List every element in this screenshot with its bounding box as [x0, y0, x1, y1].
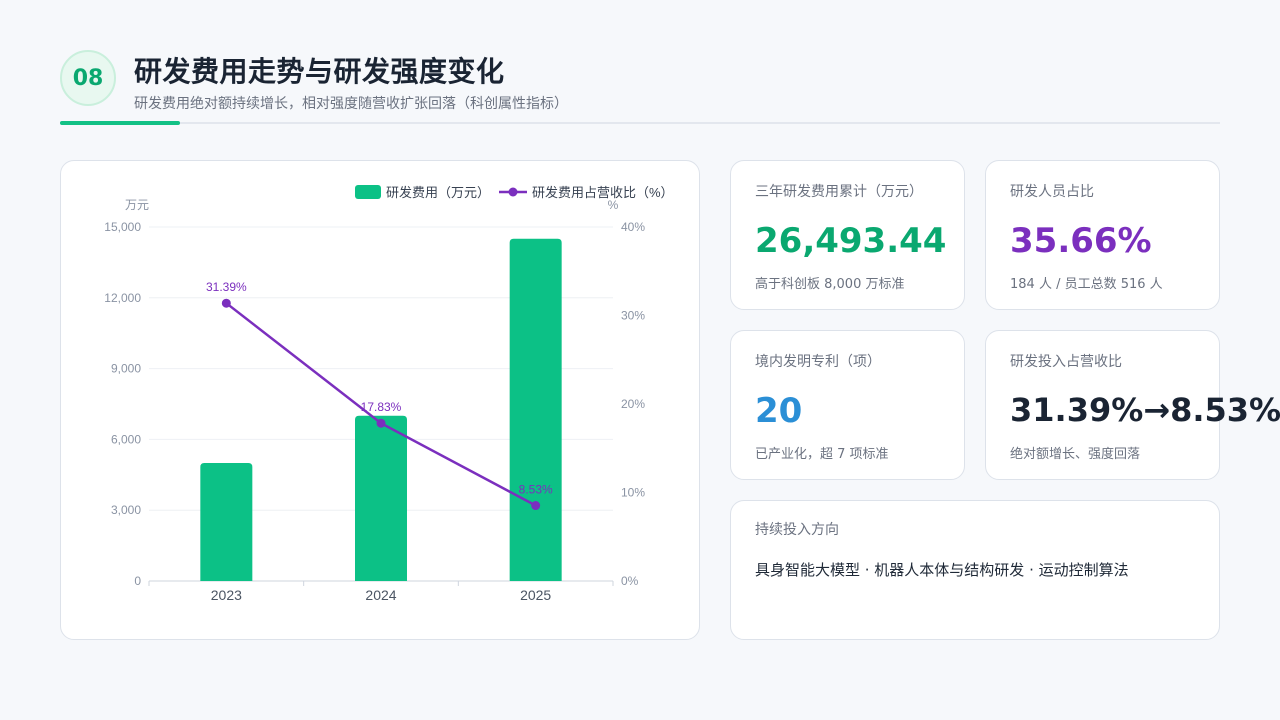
y-tick-label: 3,000 — [111, 503, 141, 517]
y2-axis-label: % — [608, 198, 619, 212]
y2-tick-label: 20% — [621, 397, 645, 411]
y-tick-label: 9,000 — [111, 362, 141, 376]
y2-tick-label: 40% — [621, 220, 645, 234]
stat-label: 研发投入占营收比 — [1010, 354, 1122, 370]
stat-note: 绝对额增长、强度回落 — [1010, 447, 1141, 462]
header-divider-accent — [60, 121, 180, 125]
stat-value: 20 — [755, 391, 803, 431]
section-number: 08 — [72, 65, 104, 91]
y2-tick-label: 0% — [621, 574, 639, 588]
stat-label: 三年研发费用累计（万元） — [755, 184, 923, 200]
y-tick-label: 6,000 — [111, 432, 141, 446]
y-axis-label: 万元 — [125, 198, 149, 212]
stat-note: 184 人 / 员工总数 516 人 — [1010, 277, 1163, 292]
chart-card: 0 3,000 6,000 9,000 12,000 15,000 0% 10% 20% 30% 4… — [60, 160, 700, 640]
x-tick-label: 2023 — [211, 587, 242, 603]
y-tick-label: 0 — [134, 574, 141, 588]
bar-2024 — [355, 415, 407, 581]
direction-text: 具身智能大模型 · 机器人本体与结构研发 · 运动控制算法 — [755, 561, 1129, 579]
rd-chart: 0 3,000 6,000 9,000 12,000 15,000 0% 10% 20% 30% 4… — [104, 185, 674, 603]
page-title: 研发费用走势与研发强度变化 — [134, 55, 505, 88]
stat-note: 已产业化，超 7 项标准 — [755, 447, 889, 462]
ratio-data-label: 17.83% — [361, 400, 402, 414]
section-number-badge: 08 — [60, 50, 116, 106]
x-tick-label: 2024 — [365, 587, 396, 603]
stat-note: 高于科创板 8,000 万标准 — [755, 277, 905, 292]
y2-tick-label: 30% — [621, 309, 645, 323]
direction-label: 持续投入方向 — [755, 522, 839, 538]
investment-direction-card: 持续投入方向 具身智能大模型 · 机器人本体与结构研发 · 运动控制算法 — [730, 500, 1220, 640]
stat-value: 35.66% — [1010, 221, 1152, 261]
stat-card-rd-ratio: 研发投入占营收比 31.39%→8.53% 绝对额增长、强度回落 — [985, 330, 1280, 480]
y2-tick-label: 10% — [621, 486, 645, 500]
stat-label: 研发人员占比 — [1010, 184, 1094, 200]
ratio-point-2024 — [376, 418, 386, 428]
ratio-data-label: 8.53% — [519, 483, 553, 497]
bar-2023 — [200, 463, 253, 581]
y-tick-label: 15,000 — [104, 220, 141, 234]
stat-label: 境内发明专利（项） — [755, 354, 881, 370]
x-tick-label: 2025 — [520, 587, 551, 603]
header-divider — [60, 122, 1220, 124]
stat-card-rd-staff: 研发人员占比 35.66% 184 人 / 员工总数 516 人 — [985, 160, 1220, 310]
stat-card-patents: 境内发明专利（项） 20 已产业化，超 7 项标准 — [730, 330, 965, 480]
legend-swatch-point — [508, 187, 518, 197]
y-tick-label: 12,000 — [104, 291, 141, 305]
ratio-data-label: 31.39% — [206, 280, 247, 294]
stat-value: 31.39%→8.53% — [1010, 391, 1280, 429]
ratio-point-2025 — [531, 501, 541, 511]
page-subtitle: 研发费用绝对额持续增长，相对强度随营收扩张回落（科创属性指标） — [134, 96, 568, 112]
legend-label-line: 研发费用占营收比（%） — [532, 185, 674, 200]
legend-label-bar: 研发费用（万元） — [386, 185, 490, 200]
bar-2025 — [509, 238, 562, 582]
ratio-point-2023 — [221, 298, 231, 308]
stat-card-total-rd: 三年研发费用累计（万元） 26,493.44 高于科创板 8,000 万标准 — [730, 160, 965, 310]
stat-value: 26,493.44 — [755, 221, 947, 261]
legend-swatch-bar — [355, 185, 381, 199]
